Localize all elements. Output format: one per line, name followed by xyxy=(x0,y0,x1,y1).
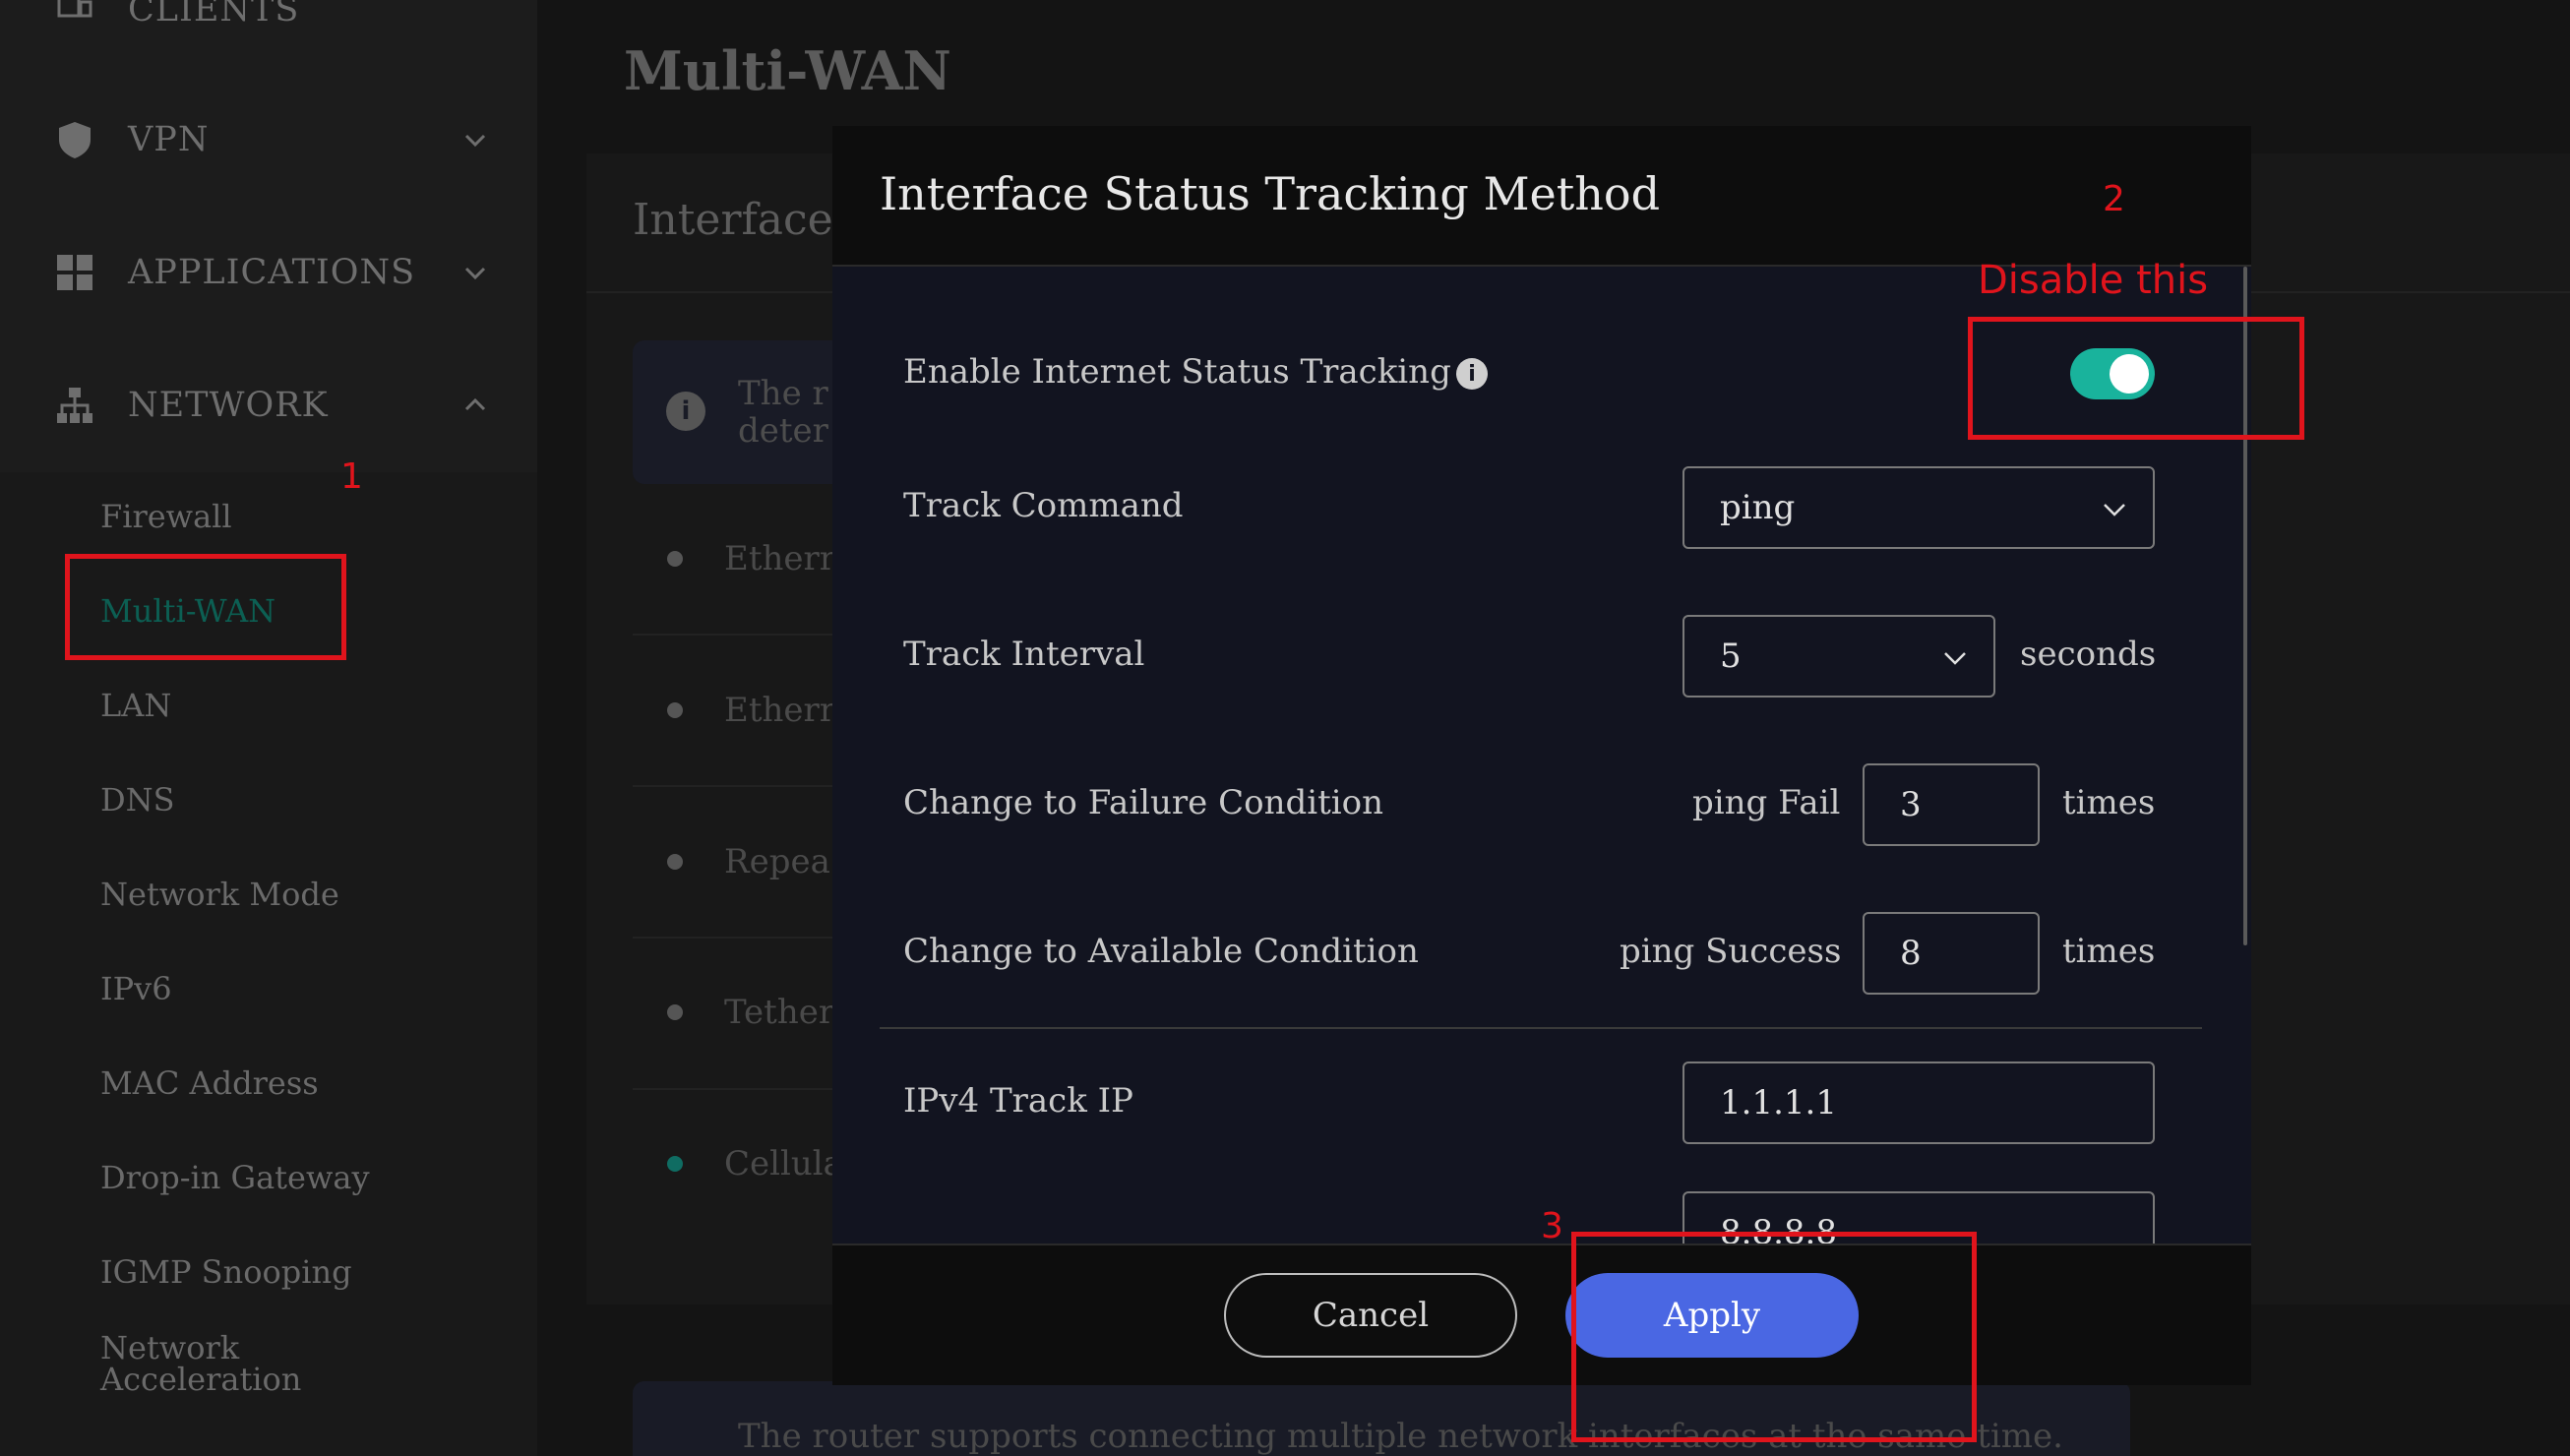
sidebar-item-network[interactable]: NETWORK xyxy=(0,346,537,464)
cancel-button[interactable]: Cancel xyxy=(1224,1273,1517,1358)
track-command-label: Track Command xyxy=(903,486,1184,525)
available-count-value: 8 xyxy=(1900,934,1922,973)
sidebar-item-igmp-snooping[interactable]: IGMP Snooping xyxy=(100,1253,352,1291)
ipv4-track-ip-input-1[interactable]: 1.1.1.1 xyxy=(1683,1062,2155,1144)
modal-divider xyxy=(880,1027,2202,1029)
sidebar-item-drop-in-gateway[interactable]: Drop-in Gateway xyxy=(100,1159,370,1196)
sidebar-item-lan[interactable]: LAN xyxy=(100,687,171,724)
annotation-number-3: 3 xyxy=(1541,1206,1563,1246)
sidebar-item-vpn[interactable]: VPN xyxy=(0,81,537,199)
failure-condition-label: Change to Failure Condition xyxy=(903,783,1384,822)
grid-icon xyxy=(57,255,92,290)
panel-title: Interface xyxy=(633,195,833,245)
interface-row-label[interactable]: Cellula xyxy=(724,1144,832,1183)
failure-count-input[interactable]: 3 xyxy=(1863,763,2040,846)
sidebar-item-dns[interactable]: DNS xyxy=(100,781,175,819)
chevron-down-icon xyxy=(464,267,486,280)
network-icon xyxy=(57,388,92,423)
available-condition-label: Change to Available Condition xyxy=(903,932,1419,971)
sidebar-item-clients[interactable]: CLIENTS xyxy=(0,0,537,69)
chevron-down-icon xyxy=(464,134,486,148)
info-icon[interactable]: i xyxy=(1456,358,1488,390)
sidebar-item-ipv6[interactable]: IPv6 xyxy=(100,970,172,1007)
interface-row-label[interactable]: Etherr xyxy=(724,691,832,730)
annotation-box-2 xyxy=(1968,317,2304,440)
ipv4-track-ip-label: IPv4 Track IP xyxy=(903,1081,1133,1121)
available-count-input[interactable]: 8 xyxy=(1863,912,2040,995)
interface-row-label[interactable]: Tether xyxy=(724,993,832,1032)
ping-fail-label: ping Fail xyxy=(1692,783,1841,822)
chevron-up-icon xyxy=(464,397,486,411)
status-dot xyxy=(667,551,683,567)
times-label: times xyxy=(2062,783,2156,822)
chevron-down-icon xyxy=(1944,652,1966,665)
track-command-select[interactable]: ping xyxy=(1683,466,2155,549)
track-interval-select[interactable]: 5 xyxy=(1683,615,1995,698)
page-title: Multi-WAN xyxy=(624,39,951,102)
sidebar-item-label: CLIENTS xyxy=(128,0,300,30)
annotation-box-3 xyxy=(1571,1232,1977,1442)
chevron-down-icon xyxy=(2104,504,2125,516)
ping-success-label: ping Success xyxy=(1620,932,1842,971)
sidebar-item-mac-address[interactable]: MAC Address xyxy=(100,1064,319,1102)
ipv4-track-ip-value: 1.1.1.1 xyxy=(1720,1083,1837,1122)
status-dot xyxy=(667,702,683,718)
sidebar-item-label: NETWORK xyxy=(128,386,329,425)
sidebar-item-firewall[interactable]: Firewall xyxy=(100,498,232,535)
shield-icon xyxy=(59,122,91,158)
modal-title: Interface Status Tracking Method xyxy=(880,167,1661,220)
annotation-box-1 xyxy=(65,554,346,660)
status-dot xyxy=(667,854,683,870)
annotation-number-2: 2 xyxy=(2103,179,2125,219)
divider xyxy=(633,785,849,787)
modal-footer xyxy=(832,1244,2251,1385)
info-text: The r xyxy=(738,374,828,413)
sidebar-item-applications[interactable]: APPLICATIONS xyxy=(0,213,537,332)
divider xyxy=(633,1088,849,1090)
app-root: CLIENTS VPN APPLICATIONS NETWORK Firewal… xyxy=(0,0,2570,1456)
sidebar: CLIENTS VPN APPLICATIONS NETWORK Firewal… xyxy=(0,0,537,1456)
failure-count-value: 3 xyxy=(1900,785,1922,824)
status-dot xyxy=(667,1004,683,1020)
info-icon: i xyxy=(666,392,705,431)
sidebar-item-label: VPN xyxy=(128,120,210,159)
annotation-number-1: 1 xyxy=(340,456,363,497)
track-interval-value: 5 xyxy=(1720,637,1742,676)
info-text: deter xyxy=(738,411,828,451)
status-dot xyxy=(667,1156,683,1172)
interface-row-label[interactable]: Etherr xyxy=(724,539,832,578)
divider xyxy=(633,634,849,636)
sidebar-item-label: APPLICATIONS xyxy=(128,253,416,292)
sidebar-item-network-acceleration[interactable]: Network Acceleration xyxy=(100,1332,301,1395)
times-label: times xyxy=(2062,932,2156,971)
annotation-disable-text: Disable this xyxy=(1978,258,2209,303)
sidebar-item-network-mode[interactable]: Network Mode xyxy=(100,876,339,913)
enable-tracking-label: Enable Internet Status Tracking xyxy=(903,352,1451,392)
divider xyxy=(633,937,849,939)
track-command-value: ping xyxy=(1720,488,1796,527)
clients-icon xyxy=(57,0,92,18)
track-interval-label: Track Interval xyxy=(903,635,1145,674)
interface-row-label[interactable]: Repea xyxy=(724,842,832,881)
seconds-label: seconds xyxy=(2020,635,2157,674)
